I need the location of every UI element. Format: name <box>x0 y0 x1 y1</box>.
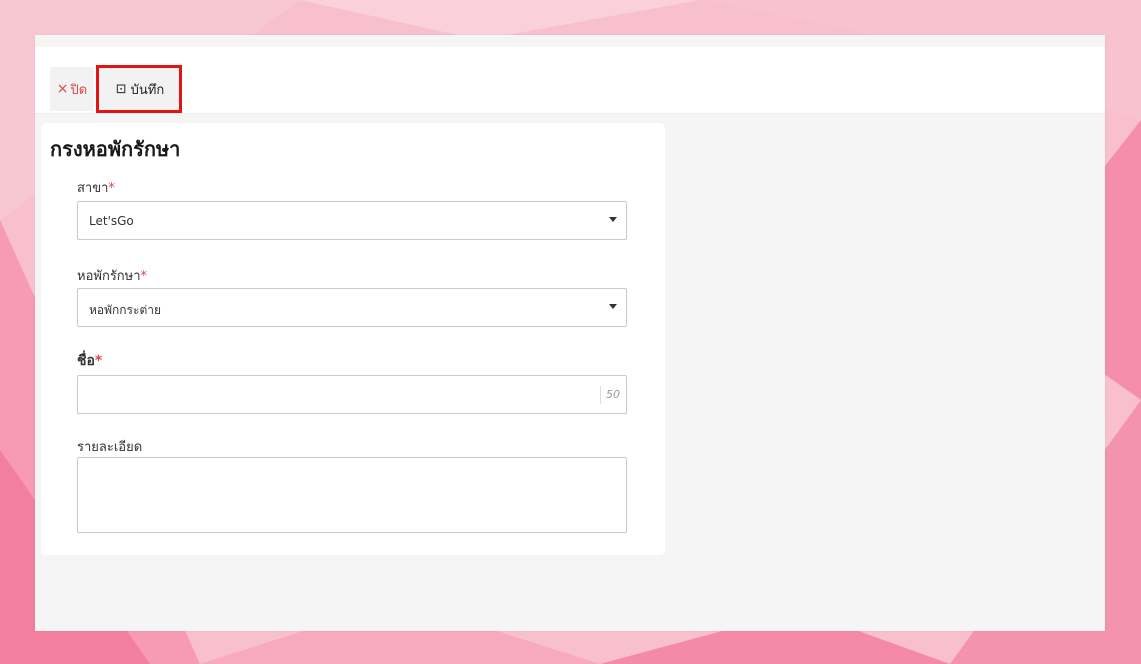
required-marker: * <box>140 269 148 284</box>
save-icon: ⊡ <box>115 81 127 97</box>
name-label-text: ชื่อ <box>77 353 95 369</box>
app-window: × ปิด ⊡ บันทึก กรงหอพักรักษา สาขา* Let's… <box>35 35 1105 631</box>
ward-select-value: หอพักกระต่าย <box>89 303 162 317</box>
save-button-label: บันทึก <box>130 82 165 98</box>
required-marker: * <box>94 353 103 369</box>
form-card: กรงหอพักรักษา สาขา* Let'sGo หอพักรักษา* … <box>41 123 665 555</box>
close-button[interactable]: × ปิด <box>50 67 94 111</box>
char-counter: 50 <box>600 386 620 404</box>
details-label: รายละเอียด <box>77 436 142 457</box>
name-input[interactable]: 50 <box>77 375 627 414</box>
ward-select[interactable]: หอพักกระต่าย <box>77 288 627 327</box>
name-label: ชื่อ* <box>77 350 102 372</box>
close-button-label: ปิด <box>70 82 88 98</box>
required-marker: * <box>108 181 115 196</box>
toolbar: × ปิด ⊡ บันทึก <box>35 47 1105 114</box>
branch-select[interactable]: Let'sGo <box>77 201 627 240</box>
close-icon: × <box>56 81 69 97</box>
chevron-down-icon <box>609 304 617 309</box>
form-title: กรงหอพักรักษา <box>50 137 181 161</box>
details-label-text: รายละเอียด <box>77 440 143 455</box>
details-textarea[interactable] <box>77 457 627 533</box>
branch-select-value: Let'sGo <box>89 214 134 228</box>
ward-label-text: หอพักรักษา <box>77 269 141 284</box>
branch-label-text: สาขา <box>77 181 109 196</box>
branch-label: สาขา* <box>77 177 115 198</box>
ward-label: หอพักรักษา* <box>77 265 147 286</box>
chevron-down-icon <box>609 217 617 222</box>
save-button[interactable]: ⊡ บันทึก <box>99 67 181 111</box>
